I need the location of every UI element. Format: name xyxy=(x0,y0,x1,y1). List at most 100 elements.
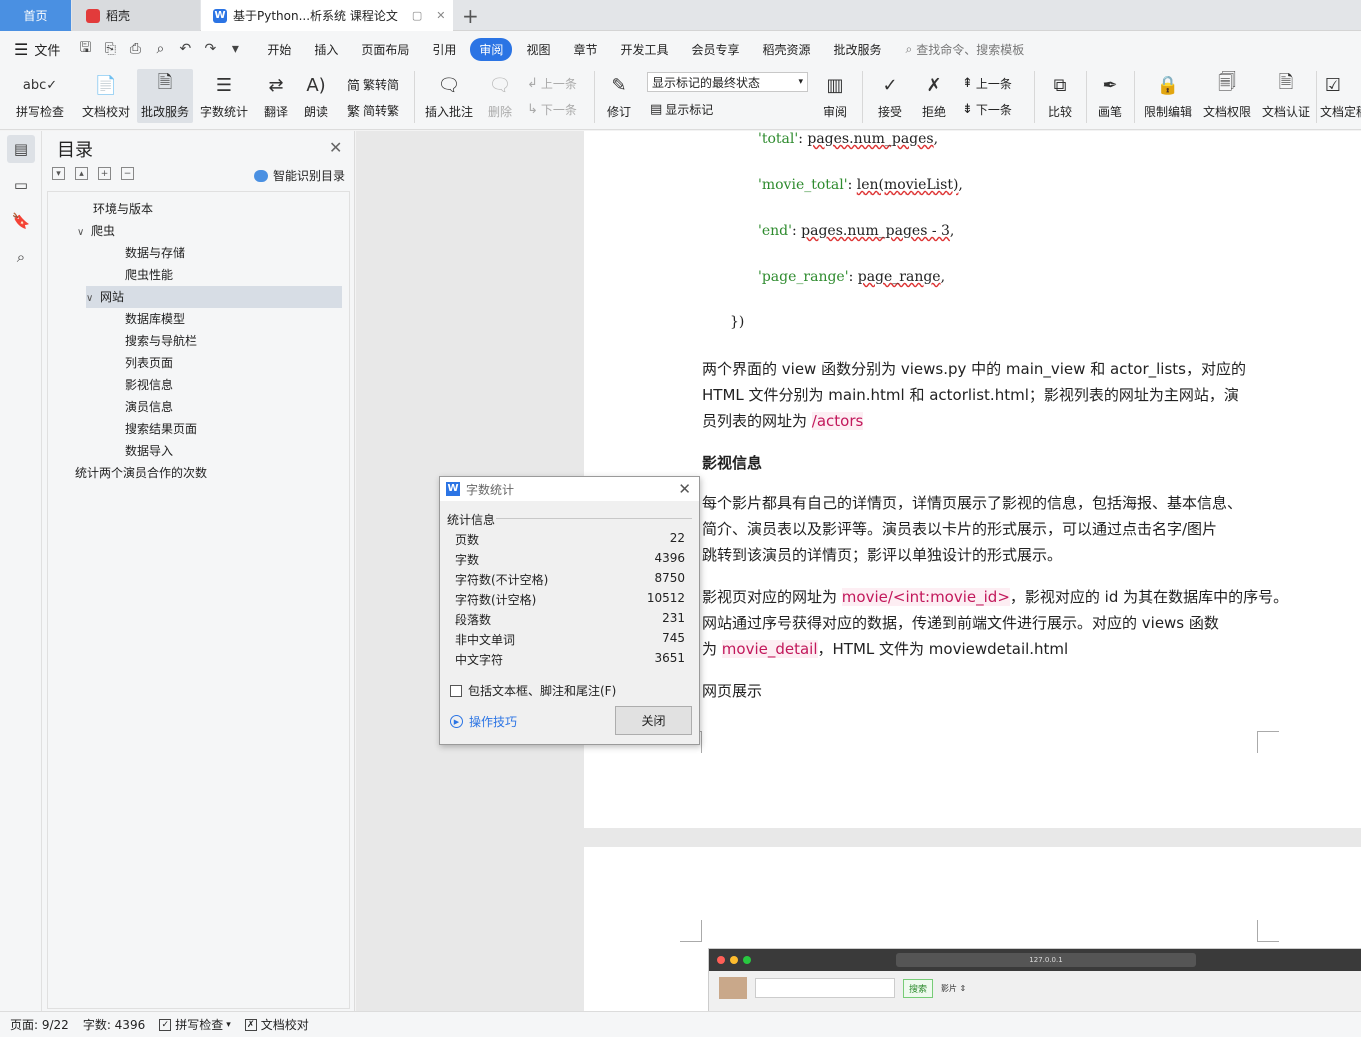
print-icon[interactable]: ⎙ xyxy=(126,41,144,57)
spell-check-button[interactable]: abc✓ 拼写检查 xyxy=(10,69,70,123)
stats-section-label: 统计信息 xyxy=(447,513,496,527)
export-pdf-icon[interactable]: ⎘ xyxy=(101,41,119,57)
status-spell-check[interactable]: ✓ 拼写检查 ▾ xyxy=(159,1016,231,1033)
new-tab-button[interactable]: + xyxy=(462,4,479,28)
restrict-edit-button[interactable]: 🔒 限制编辑 xyxy=(1140,69,1196,123)
chevron-down-icon[interactable]: ∨ xyxy=(77,222,91,244)
save-icon[interactable]: 🖫 xyxy=(76,37,94,61)
close-button[interactable]: 关闭 xyxy=(615,706,692,735)
doc-final-label: 文档定稿 xyxy=(1320,105,1361,119)
doc-permission-button[interactable]: 🗐 文档权限 xyxy=(1199,69,1255,123)
expand-all-icon[interactable]: ▴ xyxy=(75,167,88,180)
toc-item[interactable]: 数据导入 xyxy=(125,440,173,462)
menu-tab[interactable]: 章节 xyxy=(564,38,606,61)
menu-tab[interactable]: 页面布局 xyxy=(352,38,418,61)
menu-tab[interactable]: 视图 xyxy=(517,38,559,61)
word-count-button[interactable]: ☰ 字数统计 xyxy=(196,69,252,123)
next-comment-button[interactable]: ↳ 下一条 xyxy=(527,101,577,118)
toc-item[interactable]: 统计两个演员合作的次数 xyxy=(75,462,207,484)
tab-document[interactable]: W 基于Python...析系统 课程论文 ▢ ✕ xyxy=(201,0,453,31)
redo-icon[interactable]: ↷ xyxy=(201,41,219,57)
tab-close-icon[interactable]: ✕ xyxy=(436,9,445,22)
chapter-nav-icon[interactable]: ▭ xyxy=(7,171,35,199)
include-textbox-checkbox[interactable]: 包括文本框、脚注和尾注(F) xyxy=(450,682,616,699)
close-icon[interactable]: ✕ xyxy=(329,138,342,157)
menu-tab[interactable]: 审阅 xyxy=(470,37,513,61)
toc-item[interactable]: 演员信息 xyxy=(125,396,173,418)
status-doc-proof[interactable]: ✗ 文档校对 xyxy=(244,1016,309,1033)
menu-tab[interactable]: 批改服务 xyxy=(825,38,891,61)
code-line: 'page_range': page_range, xyxy=(758,269,945,285)
trad-to-simp-button[interactable]: 简 繁转简 xyxy=(347,75,399,94)
stats-row: 字符数(计空格) 10512 xyxy=(455,591,685,611)
prev-comment-button[interactable]: ↲ 上一条 xyxy=(527,75,577,92)
toc-item[interactable]: 列表页面 xyxy=(125,352,173,374)
compare-button[interactable]: ⧉ 比较 xyxy=(1040,69,1080,123)
doc-cert-button[interactable]: 🗎 文档认证 xyxy=(1258,69,1314,123)
dialog-titlebar[interactable]: W 字数统计 xyxy=(440,477,699,501)
browser-titlebar: 127.0.0.1 xyxy=(709,949,1361,971)
tab-daoke[interactable]: 稻壳 xyxy=(72,0,200,31)
bookmark-icon[interactable]: 🔖 xyxy=(7,207,35,235)
prev-change-button[interactable]: ⇞ 上一条 xyxy=(962,75,1012,92)
smart-toc-button[interactable]: 智能识别目录 xyxy=(254,167,345,184)
accept-button[interactable]: ✓ 接受 xyxy=(870,69,910,123)
menu-tab[interactable]: 开始 xyxy=(258,38,300,61)
remove-heading-icon[interactable]: − xyxy=(121,167,134,180)
delete-comment-button[interactable]: 🗨 删除 xyxy=(480,69,520,123)
toc-item[interactable]: 影视信息 xyxy=(125,374,173,396)
review-service-label: 批改服务 xyxy=(140,105,189,119)
menu-tab[interactable]: 引用 xyxy=(423,38,465,61)
page-indicator[interactable]: 页面: 9/22 xyxy=(10,1016,69,1033)
site-type-select: 影片 ⇕ xyxy=(941,983,967,993)
show-markup-button[interactable]: ▤ 显示标记 xyxy=(650,101,713,118)
tips-link[interactable]: ▶ 操作技巧 xyxy=(450,713,517,730)
review-service-button[interactable]: 🗎 批改服务 xyxy=(137,69,193,123)
undo-icon[interactable]: ↶ xyxy=(176,41,194,57)
toc-item[interactable]: 爬虫性能 xyxy=(125,264,173,286)
command-search[interactable]: ⌕ 查找命令、搜索模板 xyxy=(906,41,1025,58)
markup-state-value: 显示标记的最终状态 xyxy=(652,75,761,90)
toc-item[interactable]: 搜索结果页面 xyxy=(125,418,197,440)
toc-item[interactable]: 环境与版本 xyxy=(93,198,153,220)
toc-item-label: 爬虫性能 xyxy=(125,268,174,282)
review-pane-button[interactable]: ▥ 审阅 xyxy=(815,69,855,123)
toc-item[interactable]: 搜索与导航栏 xyxy=(125,330,197,352)
ribbon-divider xyxy=(594,71,595,123)
markup-state-select[interactable]: 显示标记的最终状态 ▾ xyxy=(647,72,808,92)
file-menu[interactable]: ☰ 文件 xyxy=(14,40,60,59)
translate-button[interactable]: ⇄ 翻译 xyxy=(256,69,296,123)
menu-tab[interactable]: 稻壳资源 xyxy=(754,38,820,61)
track-changes-button[interactable]: ✎ 修订 xyxy=(600,69,638,123)
doc-proof-button[interactable]: 📄 文档校对 xyxy=(78,69,134,123)
toc-item[interactable]: ∨ 爬虫 xyxy=(77,220,115,242)
toc-item[interactable]: ∨ 网站 xyxy=(86,286,342,308)
customize-chevron-icon[interactable]: ▾ xyxy=(226,41,244,57)
accept-label: 接受 xyxy=(877,105,902,119)
menu-tab[interactable]: 插入 xyxy=(305,38,347,61)
toc-panel-icon[interactable]: ▤ xyxy=(7,135,35,163)
code-sep: : xyxy=(791,223,802,239)
menu-tab[interactable]: 会员专享 xyxy=(682,38,748,61)
toc-item[interactable]: 数据与存储 xyxy=(125,242,185,264)
insert-comment-button[interactable]: 🗨 插入批注 xyxy=(421,69,477,123)
tab-home[interactable]: 首页 xyxy=(0,0,71,31)
menu-tab[interactable]: 开发工具 xyxy=(611,38,677,61)
reject-button[interactable]: ✗ 拒绝 xyxy=(914,69,954,123)
next-change-button[interactable]: ⇟ 下一条 xyxy=(962,101,1012,118)
status-bar: 页面: 9/22 字数: 4396 ✓ 拼写检查 ▾ ✗ 文档校对 xyxy=(0,1011,1361,1037)
tab-pin-icon[interactable]: ▢ xyxy=(412,9,422,22)
chevron-down-icon[interactable]: ∨ xyxy=(86,288,100,310)
add-heading-icon[interactable]: + xyxy=(98,167,111,180)
simp-to-trad-button[interactable]: 繁 简转繁 xyxy=(347,101,399,120)
search-icon[interactable]: ⌕ xyxy=(7,243,35,271)
word-count-indicator[interactable]: 字数: 4396 xyxy=(83,1016,145,1033)
print-preview-icon[interactable]: ⌕ xyxy=(151,41,169,57)
toc-item[interactable]: 数据库模型 xyxy=(125,308,185,330)
doc-final-button[interactable]: ☑ 文档定稿 xyxy=(1320,69,1361,123)
read-aloud-button[interactable]: A) 朗读 xyxy=(298,69,334,123)
insert-comment-icon: 🗨 xyxy=(437,74,461,96)
collapse-all-icon[interactable]: ▾ xyxy=(52,167,65,180)
pen-button[interactable]: ✒ 画笔 xyxy=(1092,69,1128,123)
close-icon[interactable]: ✕ xyxy=(678,480,691,498)
